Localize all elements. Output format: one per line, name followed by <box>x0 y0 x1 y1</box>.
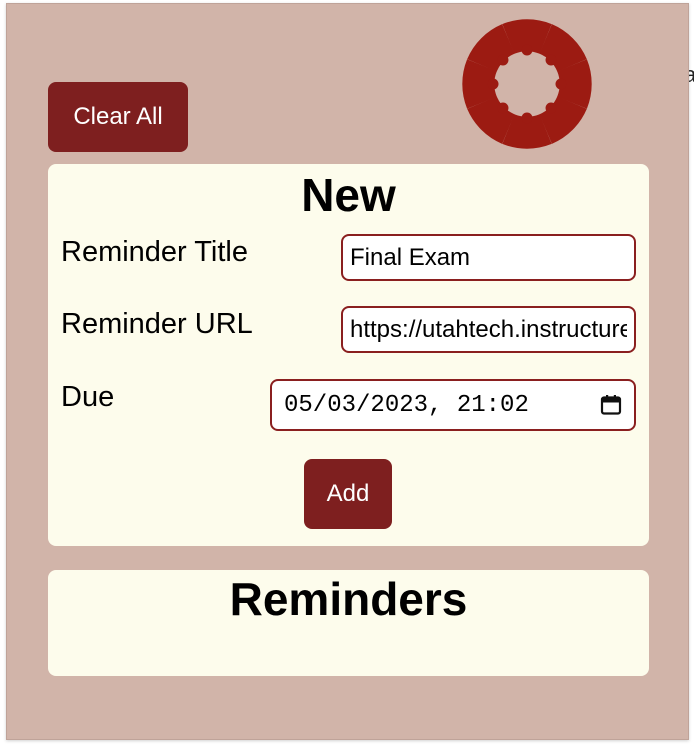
reminder-title-input[interactable] <box>341 234 636 281</box>
new-reminder-card: New Reminder Title Reminder URL Due 05/0… <box>48 164 649 546</box>
extension-popup: Clear All New Reminder Title Final Exam … <box>6 3 689 740</box>
reminders-card: Reminders <box>48 570 649 676</box>
due-datetime-value: 05/03/2023, 21:02 <box>284 391 529 419</box>
due-datetime-input[interactable]: 05/03/2023, 21:02 <box>270 379 636 431</box>
clear-all-button[interactable]: Clear All <box>48 82 188 152</box>
reminder-url-input[interactable] <box>341 306 636 353</box>
due-label: Due <box>61 381 115 413</box>
canvas-logo-icon <box>457 14 597 154</box>
reminder-url-label: Reminder URL <box>61 308 253 340</box>
new-reminder-heading: New <box>301 169 396 221</box>
calendar-icon[interactable] <box>600 394 622 416</box>
reminder-title-label: Reminder Title <box>61 236 248 268</box>
reminders-heading: Reminders <box>229 573 468 625</box>
add-reminder-button[interactable]: Add <box>304 459 392 529</box>
